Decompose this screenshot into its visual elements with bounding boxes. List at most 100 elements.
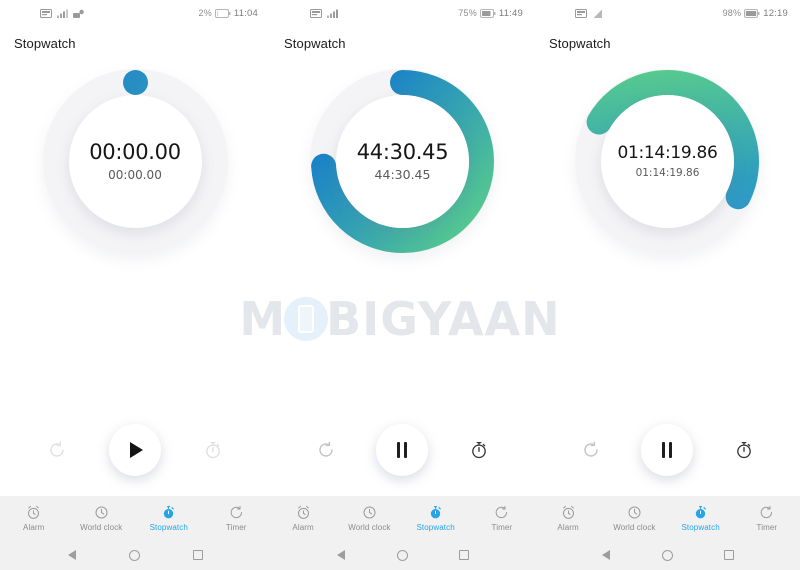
reset-button[interactable] [574,433,608,467]
bottom-tab-bar: Alarm World clock Stopwatch Timer [270,496,535,540]
lap-stopwatch-icon [472,441,486,459]
elapsed-time-sub: 00:00.00 [108,168,162,182]
pause-button[interactable] [376,424,429,476]
lap-stopwatch-icon [737,441,751,459]
reset-button[interactable] [40,433,74,467]
nav-recents-button[interactable] [450,541,478,569]
nav-recents-button[interactable] [715,541,743,569]
nav-home-button[interactable] [121,541,149,569]
lap-button[interactable] [196,433,230,467]
tab-label: World clock [80,522,123,532]
stopwatch-controls [0,404,270,496]
stopwatch-dial-area: 44:30.45 44:30.45 [270,51,535,404]
page-title: Stopwatch [14,36,76,51]
signal-bars-icon [327,9,338,18]
tab-label: Stopwatch [416,522,455,532]
stopwatch-controls [535,404,800,496]
reset-arrow-icon [319,441,333,457]
tab-stopwatch[interactable]: Stopwatch [668,505,734,532]
tab-timer[interactable]: Timer [734,505,800,532]
tab-label: World clock [613,522,656,532]
start-button[interactable] [108,424,161,476]
status-bar: 98% 12:19 [535,0,800,26]
alarm-clock-icon [297,505,309,519]
status-left-icons [40,8,84,18]
back-triangle-icon [336,550,345,560]
reset-button[interactable] [309,433,343,467]
status-right-group: 2% 11:04 [199,8,259,19]
nav-back-button[interactable] [592,541,620,569]
tab-label: Stopwatch [149,522,188,532]
screenshot-strip: 2% 11:04 Stopwatch 00:00.00 00:00.00 Ala… [0,0,800,570]
battery-percent: 98% [722,8,742,18]
nav-recents-button[interactable] [184,541,212,569]
lap-button[interactable] [462,433,496,467]
status-time: 11:04 [233,7,258,19]
tab-alarm[interactable]: Alarm [270,505,336,532]
dial-face: 01:14:19.86 01:14:19.86 [601,95,734,228]
elapsed-time-main: 00:00.00 [89,140,181,164]
battery-percent: 75% [458,8,477,18]
dial-face: 44:30.45 44:30.45 [336,95,469,228]
tab-timer[interactable]: Timer [469,505,535,532]
dial-face: 00:00.00 00:00.00 [68,95,202,228]
pause-button[interactable] [641,424,694,476]
tab-stopwatch[interactable]: Stopwatch [135,505,203,532]
home-circle-icon [661,549,673,561]
bottom-tab-bar: Alarm World clock Stopwatch Timer [0,496,270,540]
page-title: Stopwatch [284,36,346,51]
phone-screen-3: 98% 12:19 Stopwatch 01:14:19.86 01:14:19… [535,0,800,570]
page-title: Stopwatch [549,36,611,51]
tab-world-clock[interactable]: World clock [68,505,136,532]
bottom-tab-bar: Alarm World clock Stopwatch Timer [535,496,800,540]
elapsed-time-sub: 44:30.45 [374,166,431,182]
stopwatch-controls [270,404,535,496]
stopwatch-dial-area: 01:14:19.86 01:14:19.86 [535,51,800,404]
stopwatch-dial-area: 00:00.00 00:00.00 [0,51,270,404]
alarm-clock-icon [562,505,574,519]
tab-label: Alarm [23,522,45,532]
tab-alarm[interactable]: Alarm [0,505,68,532]
stopwatch-dial: 00:00.00 00:00.00 [42,69,228,254]
stopwatch-icon [430,505,441,518]
status-time: 11:49 [498,7,523,19]
pause-icon [397,442,408,458]
elapsed-time-main: 44:30.45 [356,139,449,164]
timer-icon [230,505,242,518]
status-bar: 75% 11:49 [270,0,535,26]
nav-home-button[interactable] [653,541,681,569]
battery-icon [214,8,231,18]
tab-label: Timer [491,522,513,532]
tab-alarm[interactable]: Alarm [535,505,601,532]
nav-back-button[interactable] [327,541,355,569]
pause-icon [662,442,673,458]
elapsed-time-main: 01:14:19.86 [617,142,718,163]
sim-card-icon [310,8,322,18]
home-circle-icon [129,549,141,561]
battery-icon [479,8,496,18]
tab-label: Alarm [557,522,579,532]
nav-back-button[interactable] [58,541,86,569]
tab-world-clock[interactable]: World clock [601,505,667,532]
stopwatch-icon [164,505,175,518]
nav-home-button[interactable] [388,541,416,569]
lap-button[interactable] [727,433,761,467]
android-nav-bar [535,540,800,570]
status-right-group: 98% 12:19 [723,8,788,19]
status-left-icons [310,8,338,18]
tab-timer[interactable]: Timer [203,505,271,532]
back-triangle-icon [67,550,76,560]
recents-square-icon [193,550,204,560]
sim-card-icon [575,8,587,18]
tab-label: Alarm [292,522,314,532]
home-circle-icon [396,549,408,561]
world-clock-icon [363,506,376,518]
tab-label: World clock [348,522,391,532]
tab-stopwatch[interactable]: Stopwatch [403,505,469,532]
tab-world-clock[interactable]: World clock [336,505,402,532]
stopwatch-dial: 01:14:19.86 01:14:19.86 [575,69,760,254]
phone-screen-2: 75% 11:49 Stopwatch 44:30.45 44:30.45 Al… [270,0,535,570]
alarm-clock-icon [28,505,40,519]
sim-card-icon [40,8,52,18]
signal-bars-icon [593,9,602,18]
